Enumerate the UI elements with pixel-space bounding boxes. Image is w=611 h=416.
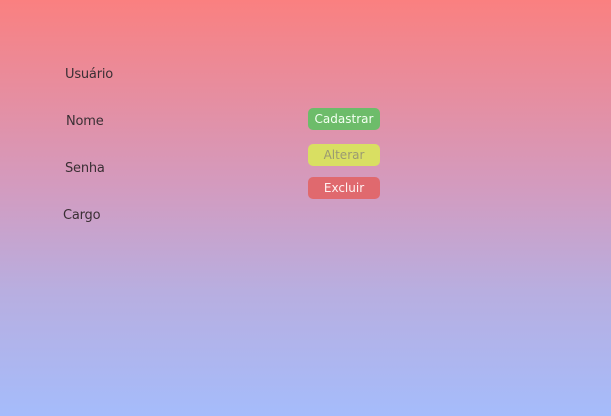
cargo-label: Cargo	[63, 208, 101, 223]
senha-label: Senha	[65, 161, 105, 176]
alterar-button[interactable]: Alterar	[308, 144, 380, 166]
nome-label: Nome	[66, 114, 104, 129]
usuario-label: Usuário	[65, 67, 114, 82]
excluir-button[interactable]: Excluir	[308, 177, 380, 199]
cadastrar-button[interactable]: Cadastrar	[308, 108, 380, 130]
